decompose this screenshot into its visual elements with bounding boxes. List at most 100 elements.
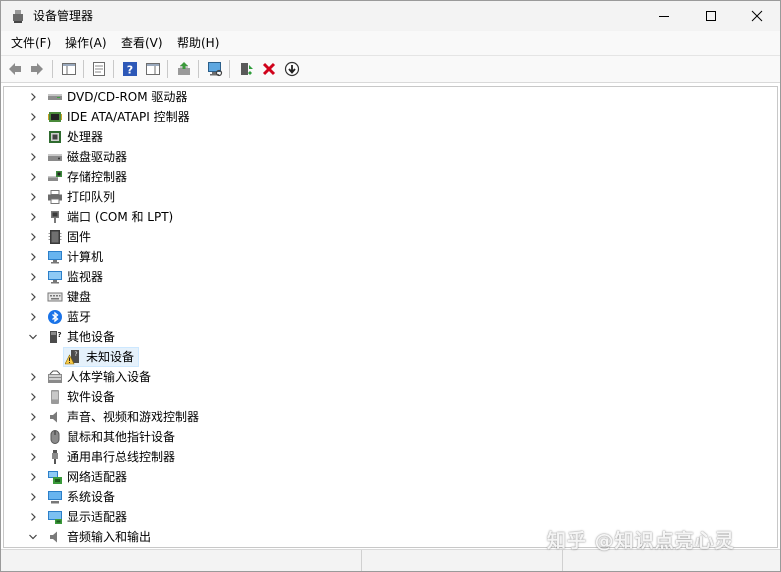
forward-button[interactable] [27, 59, 47, 79]
tree-category[interactable]: 磁盘驱动器 [4, 147, 775, 167]
processor-icon [49, 131, 61, 143]
maximize-button[interactable] [688, 1, 734, 31]
tree-category[interactable]: 系统设备 [4, 487, 775, 507]
uninstall-device-button[interactable] [259, 59, 279, 79]
computer-icon [48, 251, 62, 264]
chevron-right-icon[interactable] [28, 392, 38, 402]
menu-file[interactable]: 文件(F) [11, 35, 51, 51]
chevron-down-icon[interactable] [28, 332, 38, 342]
forward-icon [31, 63, 43, 75]
tree-category[interactable]: 软件设备 [4, 387, 775, 407]
back-button[interactable] [5, 59, 25, 79]
show-hide-tree-button[interactable] [59, 59, 79, 79]
tree-item-label: 键盘 [67, 290, 92, 304]
properties-button[interactable] [89, 59, 109, 79]
update-driver-button[interactable] [174, 59, 194, 79]
update-driver-icon [178, 62, 190, 75]
enable-device-icon [241, 63, 253, 75]
toolbar-separator [167, 60, 168, 78]
menu-help[interactable]: 帮助(H) [177, 35, 219, 51]
tree-item-label: 显示适配器 [67, 510, 128, 524]
tree-item-label: 存储控制器 [67, 170, 128, 184]
chevron-right-icon[interactable] [28, 252, 38, 262]
usb-icon [52, 450, 58, 464]
sound-icon [50, 411, 57, 423]
device-manager-app-icon [13, 10, 23, 23]
tree-category[interactable]: 固件 [4, 227, 775, 247]
chevron-right-icon[interactable] [28, 412, 38, 422]
tree-item-label: 网络适配器 [67, 470, 128, 484]
action-pane-button[interactable] [143, 59, 163, 79]
minimize-icon [659, 16, 669, 17]
chevron-right-icon[interactable] [28, 512, 38, 522]
menu-view[interactable]: 查看(V) [121, 35, 163, 51]
help-icon: ? [123, 62, 137, 77]
chevron-right-icon[interactable] [28, 472, 38, 482]
tree-category[interactable]: 显示适配器 [4, 507, 775, 527]
chevron-right-icon[interactable] [28, 452, 38, 462]
keyboard-icon [47, 292, 63, 302]
tree-category[interactable]: 监视器 [4, 267, 775, 287]
scan-hardware-button[interactable] [205, 59, 225, 79]
tree-category[interactable]: IDE ATA/ATAPI 控制器 [4, 107, 775, 127]
device-tree[interactable]: DVD/CD-ROM 驱动器 IDE ATA/ATAPI 控制器处理器磁盘驱动器存… [3, 86, 778, 548]
tree-category[interactable]: ? 其他设备 [4, 327, 775, 347]
audio-io-icon [50, 531, 57, 543]
toolbar-separator [113, 60, 114, 78]
chevron-right-icon[interactable] [28, 192, 38, 202]
scan-hardware-icon [208, 62, 223, 77]
display-adapter-icon [48, 511, 62, 524]
tree-category[interactable]: 蓝牙 [4, 307, 775, 327]
minimize-button[interactable] [641, 1, 687, 31]
chevron-right-icon[interactable] [28, 432, 38, 442]
help-button[interactable]: ? [120, 59, 140, 79]
firmware-icon [48, 230, 62, 244]
back-icon [9, 63, 21, 75]
chevron-right-icon[interactable] [28, 232, 38, 242]
tree-item-label: 蓝牙 [67, 310, 92, 324]
chevron-right-icon[interactable] [28, 172, 38, 182]
monitor-icon [48, 271, 62, 284]
chevron-right-icon[interactable] [28, 212, 38, 222]
dvd-drive-icon [48, 94, 62, 100]
chevron-right-icon[interactable] [28, 92, 38, 102]
tree-item-label: 鼠标和其他指针设备 [67, 430, 176, 444]
tree-category[interactable]: 处理器 [4, 127, 775, 147]
tree-category[interactable]: 存储控制器 [4, 167, 775, 187]
chevron-right-icon[interactable] [28, 112, 38, 122]
tree-category[interactable]: DVD/CD-ROM 驱动器 [4, 87, 775, 107]
tree-item-label: 未知设备 [86, 350, 135, 364]
ide-controller-icon [48, 112, 62, 122]
tree-item-label: 处理器 [67, 130, 104, 144]
disable-device-button[interactable] [282, 59, 302, 79]
chevron-right-icon[interactable] [28, 272, 38, 282]
tree-category[interactable]: 计算机 [4, 247, 775, 267]
tree-category[interactable]: 网络适配器 [4, 467, 775, 487]
zhihu-watermark: 知乎 @知识点亮心灵 [547, 530, 735, 552]
title-bar[interactable]: 设备管理器 [1, 1, 780, 31]
software-device-icon [51, 390, 59, 404]
tree-category[interactable]: 人体学输入设备 [4, 367, 775, 387]
properties-icon [93, 62, 105, 76]
tree-category[interactable]: 键盘 [4, 287, 775, 307]
svg-text:?: ? [57, 331, 61, 339]
chevron-right-icon[interactable] [28, 132, 38, 142]
tree-category[interactable]: 打印队列 [4, 187, 775, 207]
tree-category[interactable]: 端口 (COM 和 LPT) [4, 207, 775, 227]
menu-action[interactable]: 操作(A) [65, 35, 107, 51]
enable-device-button[interactable] [236, 59, 256, 79]
chevron-down-icon[interactable] [28, 532, 38, 542]
toolbar-separator [83, 60, 84, 78]
uninstall-device-icon [262, 62, 276, 76]
close-button[interactable] [734, 1, 780, 31]
chevron-right-icon[interactable] [28, 492, 38, 502]
tree-category[interactable]: 鼠标和其他指针设备 [4, 427, 775, 447]
tree-child-item[interactable]: ? 未知设备 [4, 347, 775, 367]
chevron-right-icon[interactable] [28, 312, 38, 322]
action-pane-icon [146, 63, 160, 75]
tree-category[interactable]: 通用串行总线控制器 [4, 447, 775, 467]
chevron-right-icon[interactable] [28, 152, 38, 162]
tree-category[interactable]: 声音、视频和游戏控制器 [4, 407, 775, 427]
chevron-right-icon[interactable] [28, 372, 38, 382]
chevron-right-icon[interactable] [28, 292, 38, 302]
